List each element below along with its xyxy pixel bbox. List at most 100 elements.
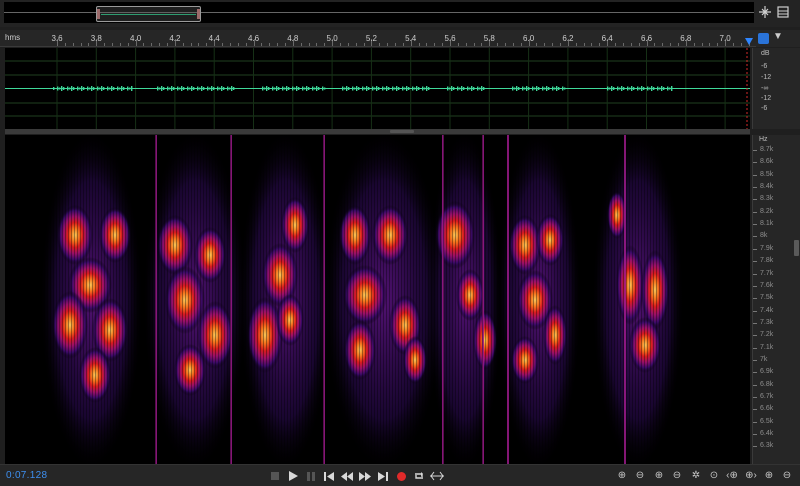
db-label: -6 <box>761 63 768 70</box>
waveform-sample <box>215 88 217 89</box>
waveform-sample <box>639 87 641 90</box>
ruler-minor-tick <box>198 43 200 46</box>
zoom-in-time-icon[interactable]: ⊕ <box>651 469 667 483</box>
waveform-sample <box>534 87 536 90</box>
hz-label: 7.9k <box>760 244 774 252</box>
hz-label: 8.2k <box>760 207 774 215</box>
waveform-sample <box>312 86 314 91</box>
waveform-sample <box>467 86 469 91</box>
waveform-sample <box>59 87 61 90</box>
overview-zoom-window[interactable] <box>96 6 201 22</box>
waveform-sample <box>657 86 659 91</box>
spectral-frequency-display[interactable] <box>5 135 750 464</box>
waveform-sample <box>113 87 115 90</box>
zoom-in-amplitude-icon[interactable]: ⊕ <box>614 469 630 483</box>
overview-track[interactable] <box>4 2 754 23</box>
go-to-start-icon[interactable] <box>322 469 336 483</box>
waveform-sample <box>558 87 560 90</box>
ruler-minor-tick <box>379 43 381 46</box>
loop-icon[interactable] <box>412 469 426 483</box>
waveform-sample <box>564 87 566 90</box>
zoom-fit-icon[interactable] <box>757 5 773 21</box>
waveform-sample <box>87 86 89 91</box>
time-ruler[interactable]: hms 3.6 3.8 4.0 4.2 4.4 4.6 4.8 5.0 5.2 5.4 5.6 5.8… <box>0 30 758 47</box>
ruler-minor-tick <box>591 43 593 46</box>
waveform-sample <box>457 86 459 91</box>
waveform-sample <box>219 87 221 90</box>
waveform-sample <box>378 87 380 90</box>
hz-tick <box>753 372 757 374</box>
waveform-sample <box>221 86 223 91</box>
waveform-sample <box>550 88 552 89</box>
waveform-sample <box>79 87 81 90</box>
waveform-sample <box>187 86 189 91</box>
zoom-out-time-icon[interactable]: ⊖ <box>669 469 685 483</box>
waveform-sample <box>619 87 621 90</box>
waveform-sample <box>514 87 516 90</box>
hz-tick <box>753 446 757 448</box>
record-icon[interactable] <box>394 469 408 483</box>
waveform-sample <box>459 87 461 90</box>
hz-tick <box>753 322 757 324</box>
zoom-in-left-icon[interactable]: ‹⊕ <box>724 469 740 483</box>
ruler-minor-tick <box>300 43 302 46</box>
waveform-sample <box>97 86 99 91</box>
waveform-sample <box>410 88 412 89</box>
waveform-sample <box>183 87 185 90</box>
pause-icon[interactable] <box>304 469 318 483</box>
stop-icon[interactable] <box>268 469 282 483</box>
sync-selection-icon[interactable] <box>758 33 769 44</box>
waveform-sample <box>342 86 344 91</box>
waveform-sample <box>471 86 473 91</box>
waveform-sample <box>528 87 530 90</box>
waveform-sample <box>115 88 117 89</box>
amplitude-ruler[interactable]: dB -6 -12 -∞ -12 -6 <box>752 48 800 129</box>
divider-grip[interactable] <box>390 130 414 133</box>
waveform-sample <box>625 88 627 89</box>
waveform-display[interactable] <box>5 48 750 129</box>
zoom-in-spectral-icon[interactable]: ⊕ <box>761 469 777 483</box>
zoom-out-amplitude-icon[interactable]: ⊖ <box>632 469 648 483</box>
zoom-selection-icon[interactable]: ⊙ <box>706 469 722 483</box>
go-to-end-icon[interactable] <box>376 469 390 483</box>
waveform-sample <box>414 87 416 90</box>
db-label: -6 <box>761 105 768 112</box>
ruler-tick-label: 5.8 <box>483 34 495 43</box>
waveform-sample <box>316 86 318 91</box>
waveform-sample <box>302 86 304 91</box>
waveform-sample <box>366 86 368 91</box>
ruler-minor-tick <box>465 43 467 46</box>
zoom-window-left-handle[interactable] <box>97 9 100 19</box>
zoom-out-full-icon[interactable]: ✲ <box>688 469 704 483</box>
ruler-minor-tick <box>512 43 514 46</box>
frequency-scroll-thumb[interactable] <box>794 240 799 256</box>
panel-menu-icon[interactable] <box>775 5 791 21</box>
waveform-sample <box>360 88 362 89</box>
play-icon[interactable] <box>286 469 300 483</box>
playhead-handle[interactable] <box>745 38 753 45</box>
frequency-ruler[interactable]: Hz 8.7k 8.6k 8.5k 8.4k 8.3k 8.2k 8.1k 8k 7.9k 7.8… <box>752 135 800 464</box>
waveform-sample <box>231 86 233 91</box>
waveform-sample <box>352 86 354 91</box>
zoom-out-spectral-icon[interactable]: ⊖ <box>779 469 795 483</box>
waveform-sample <box>613 87 615 90</box>
skip-silence-icon[interactable] <box>430 469 444 483</box>
waveform-sample <box>560 88 562 89</box>
rewind-icon[interactable] <box>340 469 354 483</box>
panel-divider[interactable] <box>5 129 750 134</box>
waveform-sample <box>643 87 645 90</box>
waveform-sample <box>653 87 655 90</box>
ruler-minor-tick <box>544 43 546 46</box>
zoom-in-right-icon[interactable]: ⊕› <box>743 469 759 483</box>
waveform-sample <box>280 88 282 89</box>
zoom-window-right-handle[interactable] <box>197 9 200 19</box>
pin-icon[interactable]: ▼ <box>773 31 783 42</box>
ruler-tick-label: 5.0 <box>326 34 338 43</box>
waveform-sample <box>483 87 485 90</box>
waveform-sample <box>396 86 398 91</box>
current-time-display[interactable]: 0:07.128 <box>6 470 47 481</box>
fast-forward-icon[interactable] <box>358 469 372 483</box>
hz-label: 8k <box>760 232 768 240</box>
hz-label: 6.3k <box>760 442 774 450</box>
ruler-minor-tick <box>693 43 695 46</box>
